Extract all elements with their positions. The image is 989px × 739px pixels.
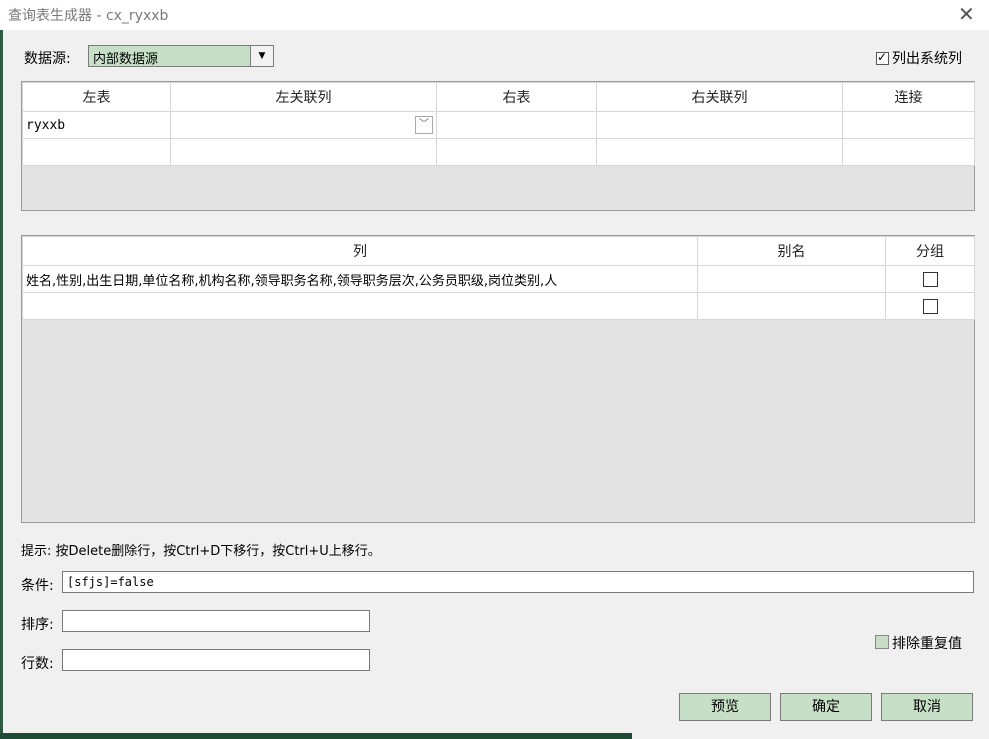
rows-label: 行数: xyxy=(21,656,54,672)
left-table-cell[interactable]: ryxxb xyxy=(22,111,171,139)
datasource-label: 数据源: xyxy=(24,51,71,67)
join-grid: 左表 左关联列 右表 右关联列 连接 ryxxb ﹀ xyxy=(21,81,975,211)
close-icon[interactable]: ✕ xyxy=(958,4,975,24)
alias-cell[interactable] xyxy=(697,265,886,293)
header-join[interactable]: 连接 xyxy=(842,82,975,112)
column-cell[interactable] xyxy=(22,292,698,320)
condition-label: 条件: xyxy=(21,578,54,594)
group-cell xyxy=(885,292,975,320)
table-row[interactable] xyxy=(22,138,975,166)
cancel-button[interactable]: 取消 xyxy=(881,693,973,721)
group-cell xyxy=(885,265,975,293)
preview-button[interactable]: 预览 xyxy=(679,693,771,721)
join-cell[interactable] xyxy=(842,111,975,139)
column-cell[interactable]: 姓名,性别,出生日期,单位名称,机构名称,领导职务名称,领导职务层次,公务员职级… xyxy=(22,265,698,293)
left-col-cell[interactable]: ﹀ xyxy=(170,111,437,139)
header-left-table[interactable]: 左表 xyxy=(22,82,171,112)
join-cell[interactable] xyxy=(842,138,975,166)
right-table-cell[interactable] xyxy=(436,138,597,166)
datasource-select[interactable]: 内部数据源 ▼ xyxy=(88,45,274,67)
header-right-col[interactable]: 右关联列 xyxy=(596,82,843,112)
rows-input[interactable] xyxy=(62,649,370,671)
group-checkbox[interactable] xyxy=(922,271,938,287)
ok-button[interactable]: 确定 xyxy=(780,693,872,721)
left-col-cell[interactable] xyxy=(170,138,437,166)
alias-cell[interactable] xyxy=(697,292,886,320)
header-column[interactable]: 列 xyxy=(22,236,698,266)
header-alias[interactable]: 别名 xyxy=(697,236,886,266)
datasource-value: 内部数据源 xyxy=(93,52,159,67)
right-col-cell[interactable] xyxy=(596,138,843,166)
right-table-cell[interactable] xyxy=(436,111,597,139)
background-window-strip xyxy=(0,733,989,739)
header-left-col[interactable]: 左关联列 xyxy=(170,82,437,112)
list-system-columns-checkbox[interactable] xyxy=(876,50,889,65)
columns-header-row: 列 别名 分组 xyxy=(22,236,975,266)
chevron-down-icon[interactable]: ﹀ xyxy=(415,116,433,134)
table-row[interactable] xyxy=(22,292,975,320)
condition-input[interactable] xyxy=(62,571,974,593)
hint-text: 提示: 按Delete删除行，按Ctrl+D下移行，按Ctrl+U上移行。 xyxy=(21,544,381,559)
columns-grid: 列 别名 分组 姓名,性别,出生日期,单位名称,机构名称,领导职务名称,领导职务… xyxy=(21,235,975,523)
right-col-cell[interactable] xyxy=(596,111,843,139)
table-row[interactable]: 姓名,性别,出生日期,单位名称,机构名称,领导职务名称,领导职务层次,公务员职级… xyxy=(22,265,975,293)
chevron-down-icon[interactable]: ▼ xyxy=(250,46,273,66)
background-window-edge xyxy=(0,30,3,739)
table-row[interactable]: ryxxb ﹀ xyxy=(22,111,975,139)
sort-label: 排序: xyxy=(21,617,54,633)
list-system-columns-label: 列出系统列 xyxy=(892,51,962,67)
distinct-checkbox[interactable] xyxy=(875,635,889,649)
header-group[interactable]: 分组 xyxy=(885,236,975,266)
header-right-table[interactable]: 右表 xyxy=(436,82,597,112)
left-table-cell[interactable] xyxy=(22,138,171,166)
join-header-row: 左表 左关联列 右表 右关联列 连接 xyxy=(22,82,975,112)
distinct-label: 排除重复值 xyxy=(892,636,962,652)
sort-input[interactable] xyxy=(62,610,370,632)
window-title: 查询表生成器 - cx_ryxxb xyxy=(8,8,169,24)
group-checkbox[interactable] xyxy=(922,298,938,314)
